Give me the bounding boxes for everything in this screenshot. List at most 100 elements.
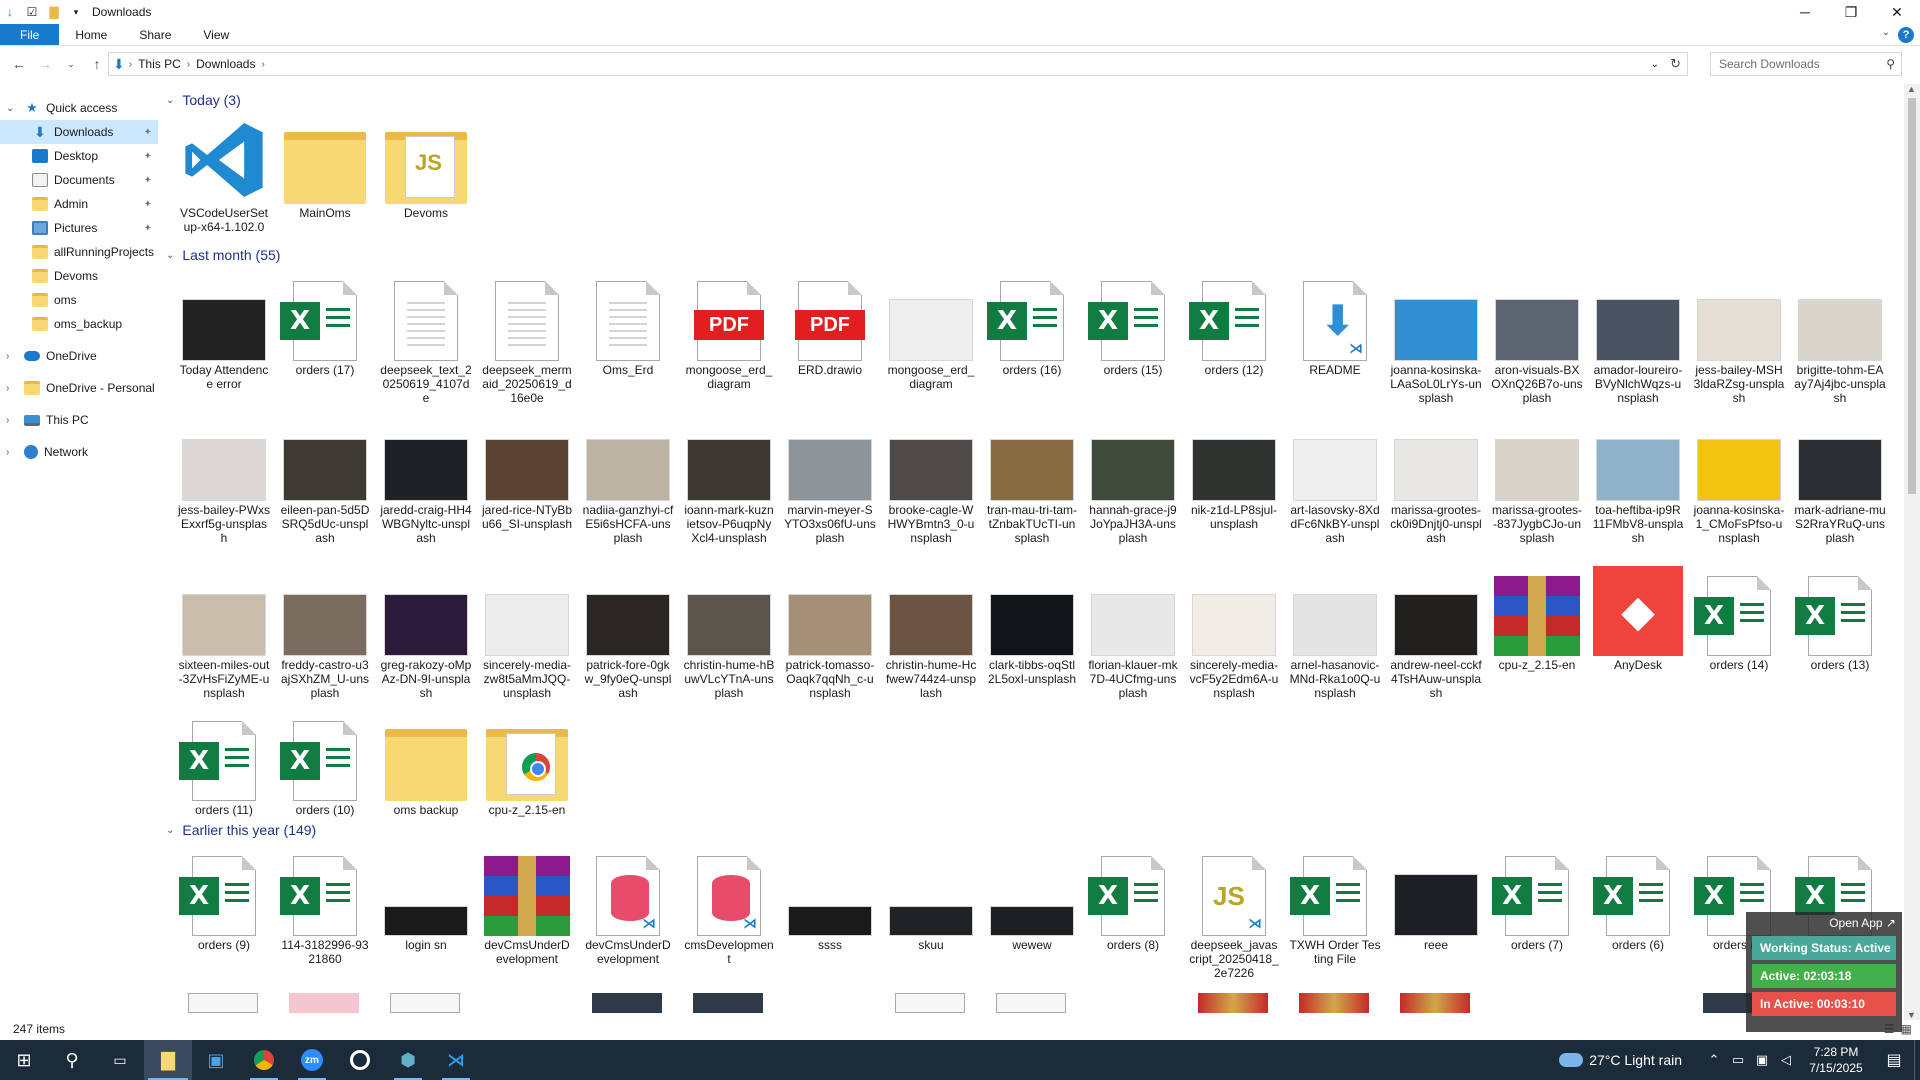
file-item-partial[interactable]	[1299, 993, 1369, 1013]
minimize-button[interactable]: ─	[1782, 0, 1828, 24]
file-item[interactable]: cpu-z_2.15-en	[479, 711, 575, 817]
nav-item-this-pc[interactable]: › This PC	[0, 408, 158, 432]
file-item[interactable]: joanna-kosinska-LAaSoL0LrYs-unsplash	[1388, 271, 1484, 405]
nav-item-oms-backup[interactable]: oms_backup	[0, 312, 158, 336]
nav-item-onedrive[interactable]: › OneDrive	[0, 344, 158, 368]
file-item[interactable]: reee	[1388, 846, 1484, 952]
new-folder-icon[interactable]: ▇	[46, 4, 62, 20]
file-item[interactable]: ⋊ cmsDevelopment	[681, 846, 777, 966]
file-item[interactable]: VSCodeUserSetup-x64-1.102.0	[176, 114, 272, 234]
nav-item-network[interactable]: › Network	[0, 440, 158, 464]
file-item[interactable]: mongoose_erd_diagram	[883, 271, 979, 391]
file-item[interactable]: florian-klauer-mk7D-4UCfmg-unsplash	[1085, 566, 1181, 700]
file-item[interactable]: login sn	[378, 846, 474, 952]
group-header-earlier[interactable]: ⌄ Earlier this year (149)	[166, 820, 316, 840]
chevron-right-icon[interactable]: ›	[6, 415, 9, 426]
recent-chevron-icon[interactable]: ⌄	[60, 53, 82, 75]
search-button[interactable]: ⚲	[48, 1040, 96, 1080]
chevron-right-icon[interactable]: ›	[6, 383, 9, 394]
scroll-up-icon[interactable]: ▲	[1907, 84, 1916, 94]
tab-share[interactable]: Share	[123, 24, 187, 45]
up-icon[interactable]: ↑	[86, 53, 108, 75]
file-item[interactable]: christin-hume-Hcfwew744z4-unsplash	[883, 566, 979, 700]
open-app-link[interactable]: Open App ↗	[1752, 916, 1896, 930]
file-item[interactable]: cpu-z_2.15-en	[1489, 566, 1585, 672]
nav-item-downloads[interactable]: ⬇ Downloads ✦	[0, 120, 158, 144]
file-item-partial[interactable]	[390, 993, 460, 1013]
taskbar-file-explorer[interactable]: ▇	[144, 1040, 192, 1080]
file-item[interactable]: devCmsUnderDevelopment	[479, 846, 575, 966]
nav-item-documents[interactable]: Documents ✦	[0, 168, 158, 192]
file-item[interactable]: Xorders (8)	[1085, 846, 1181, 952]
file-item[interactable]: andrew-neel-cckf4TsHAuw-unsplash	[1388, 566, 1484, 700]
nav-item-onedrive-personal[interactable]: › OneDrive - Personal	[0, 376, 158, 400]
file-item[interactable]: toa-heftiba-ip9R11FMbV8-unsplash	[1590, 411, 1686, 545]
file-item[interactable]: deepseek_mermaid_20250619_d16e0e	[479, 271, 575, 405]
file-item[interactable]: X 114-3182996-9321860	[277, 846, 373, 966]
back-icon[interactable]: ←	[8, 53, 30, 75]
clock[interactable]: 7:28 PM 7/15/2025	[1798, 1044, 1874, 1076]
nav-item-pictures[interactable]: Pictures ✦	[0, 216, 158, 240]
address-bar[interactable]: ⬇ › This PC › Downloads › ⌄ ↻	[108, 52, 1688, 76]
file-item[interactable]: Xorders (13)	[1792, 566, 1888, 672]
task-view-button[interactable]: ▭	[96, 1040, 144, 1080]
restore-button[interactable]: ❐	[1828, 0, 1874, 24]
file-item[interactable]: jared-rice-NTyBbu66_SI-unsplash	[479, 411, 575, 531]
file-item[interactable]: nik-z1d-LP8sjul-unsplash	[1186, 411, 1282, 531]
file-item[interactable]: sincerely-media-zw8t5aMmJQQ-unsplash	[479, 566, 575, 700]
properties-icon[interactable]: ☑	[24, 4, 40, 20]
taskbar-app[interactable]	[336, 1040, 384, 1080]
file-item[interactable]: JS Devoms	[378, 114, 474, 220]
taskbar-zoom[interactable]: zm	[288, 1040, 336, 1080]
chevron-right-icon[interactable]: ›	[6, 351, 9, 362]
vertical-scrollbar[interactable]: ▲ ▼	[1904, 84, 1920, 1020]
file-item[interactable]: hannah-grace-j9JoYpaJH3A-unsplash	[1085, 411, 1181, 545]
file-item[interactable]: brigitte-tohm-EAay7Aj4jbc-unsplash	[1792, 271, 1888, 405]
file-item-partial[interactable]	[289, 993, 359, 1013]
file-item[interactable]: greg-rakozy-oMpAz-DN-9I-unsplash	[378, 566, 474, 700]
file-item[interactable]: marvin-meyer-SYTO3xs06fU-unsplash	[782, 411, 878, 545]
expand-ribbon-icon[interactable]: ⌄	[1882, 27, 1890, 38]
file-item[interactable]: sincerely-media-vcF5y2Edm6A-unsplash	[1186, 566, 1282, 700]
file-item[interactable]: ⬇ ⋊ README	[1287, 271, 1383, 377]
file-item[interactable]: Xorders (7)	[1489, 846, 1585, 952]
network-icon[interactable]: ▣	[1750, 1052, 1774, 1068]
file-item[interactable]: jess-bailey-PWxsExxrf5g-unsplash	[176, 411, 272, 545]
file-item[interactable]: jess-bailey-MSH3ldaRZsg-unsplash	[1691, 271, 1787, 405]
file-item[interactable]: X TXWH Order Testing File	[1287, 846, 1383, 966]
nav-item-allrunningprojects[interactable]: allRunningProjects	[0, 240, 158, 264]
file-item[interactable]: Xorders (11)	[176, 711, 272, 817]
large-icons-view-icon[interactable]: ▦	[1901, 1022, 1912, 1036]
file-item[interactable]: eileen-pan-5d5DSRQ5dUc-unsplash	[277, 411, 373, 545]
chevron-down-icon[interactable]: ⌄	[166, 95, 174, 106]
file-item[interactable]: ioann-mark-kuznietsov-P6uqpNyXcl4-unspla…	[681, 411, 777, 545]
chevron-up-icon[interactable]: ⌃	[1702, 1052, 1726, 1068]
file-item[interactable]: nadiia-ganzhyi-cfE5i6sHCFA-unsplash	[580, 411, 676, 545]
file-item[interactable]: PDF ERD.drawio	[782, 271, 878, 377]
weather-widget[interactable]: 27°C Light rain	[1559, 1052, 1682, 1068]
scrollbar-thumb[interactable]	[1908, 98, 1916, 494]
file-item[interactable]: christin-hume-hBuwVLcYTnA-unsplash	[681, 566, 777, 700]
taskbar-devtool[interactable]: ⬢	[384, 1040, 432, 1080]
file-item[interactable]: wewew	[984, 846, 1080, 952]
chevron-down-icon[interactable]: ⌄	[166, 825, 174, 836]
file-item[interactable]: skuu	[883, 846, 979, 952]
file-item-partial[interactable]	[1400, 993, 1470, 1013]
file-item[interactable]: marissa-grootes-ck0i9Dnjtj0-unsplash	[1388, 411, 1484, 545]
file-item[interactable]: deepseek_text_20250619_4107de	[378, 271, 474, 405]
file-item-partial[interactable]	[895, 993, 965, 1013]
file-item[interactable]: oms backup	[378, 711, 474, 817]
nav-item-admin[interactable]: Admin ✦	[0, 192, 158, 216]
file-item[interactable]: Xorders (15)	[1085, 271, 1181, 377]
tab-file[interactable]: File	[0, 24, 60, 45]
file-item[interactable]: tran-mau-tri-tam-tZnbakTUcTI-unsplash	[984, 411, 1080, 545]
file-item[interactable]: brooke-cagle-WHWYBmtn3_0-unsplash	[883, 411, 979, 545]
file-item[interactable]: clark-tibbs-oqStl2L5oxI-unsplash	[984, 566, 1080, 686]
taskbar-vscode[interactable]: ⋊	[432, 1040, 480, 1080]
file-item[interactable]: Xorders (6)	[1590, 846, 1686, 952]
breadcrumb-this-pc[interactable]: This PC	[132, 57, 187, 71]
file-item[interactable]: Today Attendence error	[176, 271, 272, 391]
file-item[interactable]: marissa-grootes--837JygbCJo-unsplash	[1489, 411, 1585, 545]
file-item[interactable]: Xorders (17)	[277, 271, 373, 377]
file-item[interactable]: ssss	[782, 846, 878, 952]
